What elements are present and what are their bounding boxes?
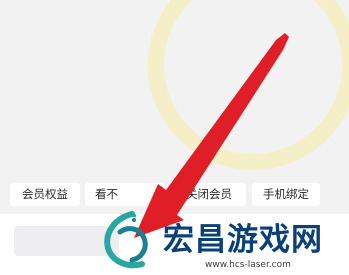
watermark-url: www.hcs-laser.com: [205, 260, 291, 270]
dragon-logo-icon: [104, 211, 148, 269]
watermark-brand: 宏昌游戏网: [163, 222, 323, 258]
